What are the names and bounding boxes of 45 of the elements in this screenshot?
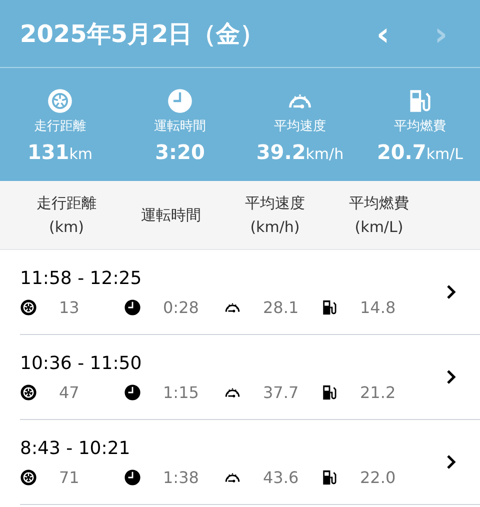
trip-value: 71 [59, 466, 80, 488]
wheel-icon [20, 384, 37, 401]
fuel-pump-icon [321, 469, 338, 486]
stat-value: 131km [27, 138, 93, 166]
stat-value: 3:20 [155, 138, 205, 166]
trip-time: 10:36 - 11:50 [20, 352, 143, 376]
stat-value: 20.7km/L [376, 138, 464, 166]
column-header: 運転時間 [140, 205, 202, 226]
trip-row[interactable]: 10:36 - 11:50 47 1:15 37.7 21.2 [20, 335, 480, 420]
chevron-right-icon [446, 284, 456, 300]
fuel-pump-icon [321, 384, 338, 401]
trip-value: 1:15 [163, 382, 199, 404]
fuel-pump-icon [321, 299, 338, 316]
stat-value: 39.2km/h [256, 138, 344, 166]
stat-label: 平均燃費 [394, 118, 446, 136]
chevron-right-icon [446, 454, 456, 470]
stat-label: 平均速度 [274, 118, 326, 136]
trip-value: 22.0 [360, 466, 396, 488]
date-title: 2025年5月2日（金） [20, 18, 266, 50]
chevron-right-icon [446, 369, 456, 385]
trip-value: 21.2 [360, 382, 396, 404]
clock-icon [167, 88, 193, 114]
clock-icon [124, 384, 141, 401]
trip-value: 14.8 [360, 296, 396, 318]
clock-icon [124, 469, 141, 486]
trip-value: 13 [59, 296, 80, 318]
column-header: 平均燃費 (km/L) [348, 193, 410, 238]
trip-value: 1:38 [163, 466, 199, 488]
trip-value: 37.7 [263, 382, 299, 404]
clock-icon [124, 299, 141, 316]
stat-label: 運転時間 [154, 118, 206, 136]
stat-label: 走行距離 [34, 118, 86, 136]
trip-time: 11:58 - 12:25 [20, 266, 143, 290]
trip-value: 43.6 [263, 466, 299, 488]
column-header: 平均速度 (km/h) [244, 193, 306, 238]
column-header: 走行距離 (km) [36, 193, 98, 238]
wheel-icon [20, 469, 37, 486]
trip-value: 47 [59, 382, 80, 404]
trip-row[interactable]: 11:58 - 12:25 13 0:28 28.1 14.8 [20, 250, 480, 335]
trip-value: 0:28 [163, 296, 199, 318]
trip-value: 28.1 [263, 296, 299, 318]
trip-time: 8:43 - 10:21 [20, 436, 132, 460]
trip-row[interactable]: 8:43 - 10:21 71 1:38 43.6 22.0 [20, 420, 480, 505]
wheel-icon [20, 299, 37, 316]
wheel-icon [47, 88, 73, 114]
